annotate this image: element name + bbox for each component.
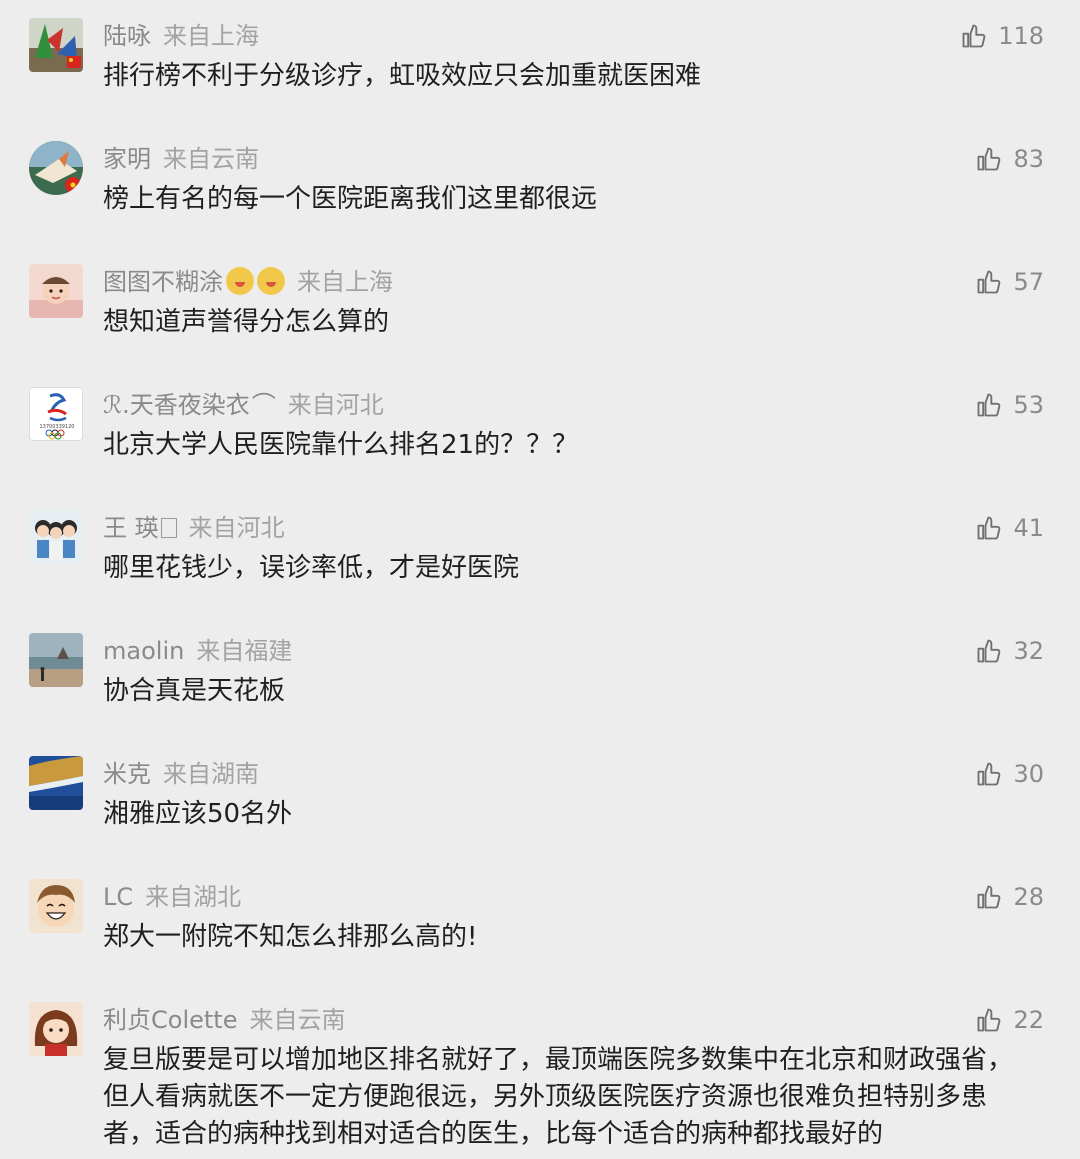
avatar-sea-image	[29, 756, 83, 810]
avatar[interactable]	[29, 1002, 83, 1056]
avatar-cartoon-kids-image	[29, 510, 83, 564]
thumbs-up-icon	[962, 24, 986, 48]
location: 来自上海	[297, 268, 393, 296]
thumbs-up-icon	[978, 393, 1001, 417]
location: 来自湖南	[163, 760, 259, 788]
username[interactable]: 陆咏	[103, 22, 151, 50]
username[interactable]: LC	[103, 883, 133, 911]
avatar-cartoon-boy-image	[29, 879, 83, 933]
like-count: 41	[1013, 514, 1044, 542]
location: 来自云南	[163, 145, 259, 173]
blowing-kiss-emoji-icon	[257, 267, 285, 295]
thumbs-up-icon	[978, 762, 1001, 786]
username[interactable]: ℛ.天香夜染衣	[103, 391, 250, 419]
avatar[interactable]	[29, 633, 83, 687]
avatar-caption: 13700339120	[40, 424, 75, 430]
like-count: 22	[1013, 1006, 1044, 1034]
comment-text: 协合真是天花板	[103, 676, 286, 706]
location: 来自福建	[196, 637, 293, 665]
comment-meta: 陆咏 来自上海	[103, 18, 259, 54]
like-button[interactable]: 30	[975, 756, 1044, 792]
location: 来自河北	[188, 514, 285, 542]
comment-text: 想知道声誉得分怎么算的	[103, 307, 390, 337]
location: 来自云南	[249, 1006, 346, 1034]
like-count: 53	[1013, 391, 1044, 419]
location: 来自河北	[287, 391, 384, 419]
username[interactable]: 米克	[103, 760, 151, 788]
location: 来自上海	[163, 22, 259, 50]
avatar-cartoon-girl-image	[29, 1002, 83, 1056]
like-button[interactable]: 57	[975, 264, 1044, 300]
avatar[interactable]	[29, 18, 83, 72]
thumbs-up-icon	[978, 270, 1001, 294]
comment-text: 复旦版要是可以增加地区排名就好了，最顶端医院多数集中在北京和财政强省，但人看病就…	[103, 1045, 1014, 1149]
comment-meta: 家明 来自云南	[103, 141, 259, 177]
like-button[interactable]: 41	[975, 510, 1044, 546]
comment-meta: 米克 来自湖南	[103, 756, 259, 792]
thumbs-up-icon	[978, 1008, 1001, 1032]
like-button[interactable]: 22	[975, 1002, 1044, 1038]
avatar-baby-image	[29, 264, 83, 318]
like-count: 57	[1013, 268, 1044, 296]
avatar-paper-crane-image	[29, 141, 83, 195]
avatar-olympic-logo-image: 13700339120	[30, 388, 82, 440]
comment-text: 哪里花钱少，误诊率低，才是好医院	[103, 553, 520, 583]
comment-text: 郑大一附院不知怎么排那么高的!	[103, 922, 478, 952]
comment-list: 陆咏 来自上海 118 排行榜不利于分级诊疗，虹吸效应只会加重就医困难 家明 来自云…	[0, 0, 1080, 1159]
like-button[interactable]: 32	[975, 633, 1044, 669]
comment-meta: 图图不糊涂 来自上海	[103, 264, 393, 300]
comment-meta: LC 来自湖北	[103, 879, 241, 915]
comment-meta: ℛ.天香夜染衣⌒ 来自河北	[103, 387, 384, 423]
avatar[interactable]: 13700339120	[29, 387, 83, 441]
avatar[interactable]	[29, 756, 83, 810]
thumbs-up-icon	[978, 147, 1001, 171]
avatar-flags-image	[29, 18, 83, 72]
comment-text: 榜上有名的每一个医院距离我们这里都很远	[103, 184, 598, 214]
avatar[interactable]	[29, 879, 83, 933]
like-button[interactable]: 53	[975, 387, 1044, 423]
comment-text: 排行榜不利于分级诊疗，虹吸效应只会加重就医困难	[103, 61, 702, 91]
comment-meta: 王 瑛 来自河北	[103, 510, 285, 546]
comment-meta: 利贞Colette 来自云南	[103, 1002, 345, 1038]
avatar-beach-image	[29, 633, 83, 687]
eye-symbol-icon: ⌒	[251, 391, 276, 419]
comment-meta: maolin 来自福建	[103, 633, 292, 669]
blowing-kiss-emoji-icon	[226, 267, 254, 295]
like-button[interactable]: 118	[960, 18, 1044, 54]
like-count: 118	[998, 22, 1044, 50]
like-count: 83	[1013, 145, 1044, 173]
avatar[interactable]	[29, 264, 83, 318]
avatar[interactable]	[29, 141, 83, 195]
username[interactable]: 利贞Colette	[103, 1006, 237, 1034]
like-count: 30	[1013, 760, 1044, 788]
missing-glyph-icon	[160, 518, 177, 538]
like-count: 28	[1013, 883, 1044, 911]
location: 来自湖北	[145, 883, 242, 911]
username[interactable]: 图图不糊涂	[103, 268, 223, 296]
username[interactable]: maolin	[103, 637, 184, 665]
username[interactable]: 家明	[103, 145, 151, 173]
thumbs-up-icon	[978, 639, 1001, 663]
like-button[interactable]: 83	[975, 141, 1044, 177]
username[interactable]: 王 瑛	[103, 514, 159, 542]
comment-text: 北京大学人民医院靠什么排名21的？？？	[103, 430, 579, 460]
thumbs-up-icon	[978, 516, 1001, 540]
thumbs-up-icon	[978, 885, 1001, 909]
like-button[interactable]: 28	[975, 879, 1044, 915]
comment-text: 湘雅应该50名外	[103, 799, 293, 829]
avatar[interactable]	[29, 510, 83, 564]
like-count: 32	[1013, 637, 1044, 665]
